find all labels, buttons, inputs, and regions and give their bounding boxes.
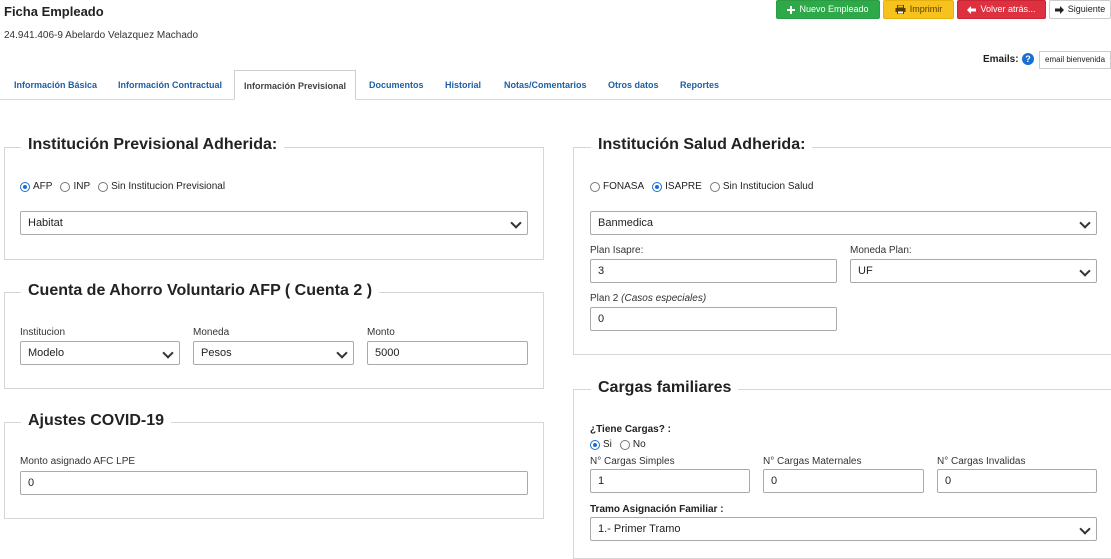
radio-afp[interactable]	[20, 181, 30, 192]
ahorro-institucion-label: Institucion	[20, 327, 66, 338]
back-label: Volver atrás...	[980, 4, 1036, 14]
radio-inp-label: INP	[73, 181, 91, 192]
radio-inp[interactable]	[60, 181, 71, 192]
isapre-select[interactable]: Banmedica	[590, 211, 1097, 235]
tab-reportes[interactable]: Reportes	[680, 70, 719, 100]
plan2-note: (Casos especiales)	[621, 293, 707, 304]
plan2-label: Plan 2	[590, 293, 619, 304]
cargas-simples-input[interactable]: 1	[590, 469, 750, 493]
radio-afp-label: AFP	[33, 181, 53, 192]
prevision-fieldset	[4, 147, 544, 260]
radio-fonasa-label: FONASA	[603, 181, 645, 192]
tab-otros-datos[interactable]: Otros datos	[608, 70, 659, 100]
moneda-plan-label: Moneda Plan:	[850, 245, 912, 256]
radio-fonasa[interactable]	[590, 181, 600, 192]
prevision-radio-group: AFP INP Sin Institucion Previsional	[20, 181, 233, 192]
print-label: Imprimir	[909, 4, 943, 14]
plan2-label-row: Plan 2 (Casos especiales)	[590, 293, 706, 304]
plus-icon	[787, 5, 796, 14]
radio-sin-prevision[interactable]	[98, 181, 109, 192]
cargas-invalidas-input[interactable]: 0	[937, 469, 1097, 493]
tramo-select[interactable]: 1.- Primer Tramo	[590, 517, 1097, 541]
covid-title: Ajustes COVID-19	[21, 412, 172, 430]
ahorro-institucion-select[interactable]: Modelo	[20, 341, 180, 365]
cargas-radio-group: Si No	[590, 439, 654, 450]
ahorro-title: Cuenta de Ahorro Voluntario AFP ( Cuenta…	[21, 282, 380, 300]
radio-sin-salud-label: Sin Institucion Salud	[722, 181, 814, 192]
tiene-cargas-label: ¿Tiene Cargas? :	[590, 424, 671, 435]
salud-title: Institución Salud Adherida:	[591, 136, 813, 154]
plan2-input[interactable]: 0	[590, 307, 837, 331]
ahorro-monto-label: Monto	[367, 327, 395, 338]
radio-isapre-label: ISAPRE	[665, 181, 702, 192]
tab-historial[interactable]: Historial	[445, 70, 481, 100]
radio-cargas-no-label: No	[632, 439, 646, 450]
covid-monto-input[interactable]: 0	[20, 471, 528, 495]
radio-sin-prevision-label: Sin Institucion Previsional	[111, 181, 226, 192]
tab-documentos[interactable]: Documentos	[369, 70, 424, 100]
cargas-simples-label: N° Cargas Simples	[590, 456, 675, 467]
tab-notas-comentarios[interactable]: Notas/Comentarios	[504, 70, 587, 100]
cargas-title: Cargas familiares	[591, 379, 739, 397]
radio-sin-salud[interactable]	[709, 181, 720, 192]
moneda-plan-select[interactable]: UF	[850, 259, 1097, 283]
covid-monto-label: Monto asignado AFC LPE	[20, 456, 136, 467]
radio-cargas-no[interactable]	[619, 439, 630, 450]
afp-select[interactable]: Habitat	[20, 211, 528, 235]
radio-isapre[interactable]	[652, 181, 663, 192]
cargas-maternales-label: N° Cargas Maternales	[763, 456, 862, 467]
ahorro-monto-input[interactable]: 5000	[367, 341, 528, 365]
print-button[interactable]: Imprimir	[883, 0, 954, 19]
radio-cargas-si-label: Si	[603, 439, 612, 450]
tab-informacion-basica[interactable]: Información Básica	[14, 70, 97, 100]
emails-label: Emails:	[983, 54, 1019, 65]
tab-informacion-previsional[interactable]: Información Previsional	[234, 70, 357, 100]
new-employee-label: Nuevo Empleado	[799, 4, 869, 14]
prevision-title: Institución Previsional Adherida:	[21, 136, 285, 154]
page-title: Ficha Empleado	[4, 4, 104, 19]
ahorro-moneda-select[interactable]: Pesos	[193, 341, 354, 365]
salud-radio-group: FONASA ISAPRE Sin Institucion Salud	[590, 181, 821, 192]
employee-identifier: 24.941.406-9 Abelardo Velazquez Machado	[4, 30, 199, 41]
tab-informacion-contractual[interactable]: Información Contractual	[118, 70, 222, 100]
next-button[interactable]: Siguiente	[1049, 0, 1111, 19]
printer-icon	[895, 5, 906, 14]
back-button[interactable]: Volver atrás...	[957, 0, 1046, 19]
plan-isapre-label: Plan Isapre:	[590, 245, 644, 256]
cargas-maternales-input[interactable]: 0	[763, 469, 924, 493]
cargas-invalidas-label: N° Cargas Invalidas	[937, 456, 1026, 467]
plan-isapre-input[interactable]: 3	[590, 259, 837, 283]
tramo-label: Tramo Asignación Familiar :	[590, 504, 724, 515]
arrow-left-icon	[967, 5, 977, 14]
welcome-email-button[interactable]: email bienvenida	[1039, 51, 1111, 69]
next-label: Siguiente	[1067, 4, 1106, 14]
ahorro-moneda-label: Moneda	[193, 327, 230, 338]
arrow-right-icon	[1054, 5, 1064, 14]
help-icon[interactable]: ?	[1022, 53, 1034, 65]
radio-cargas-si[interactable]	[590, 439, 600, 450]
new-employee-button[interactable]: Nuevo Empleado	[776, 0, 880, 19]
